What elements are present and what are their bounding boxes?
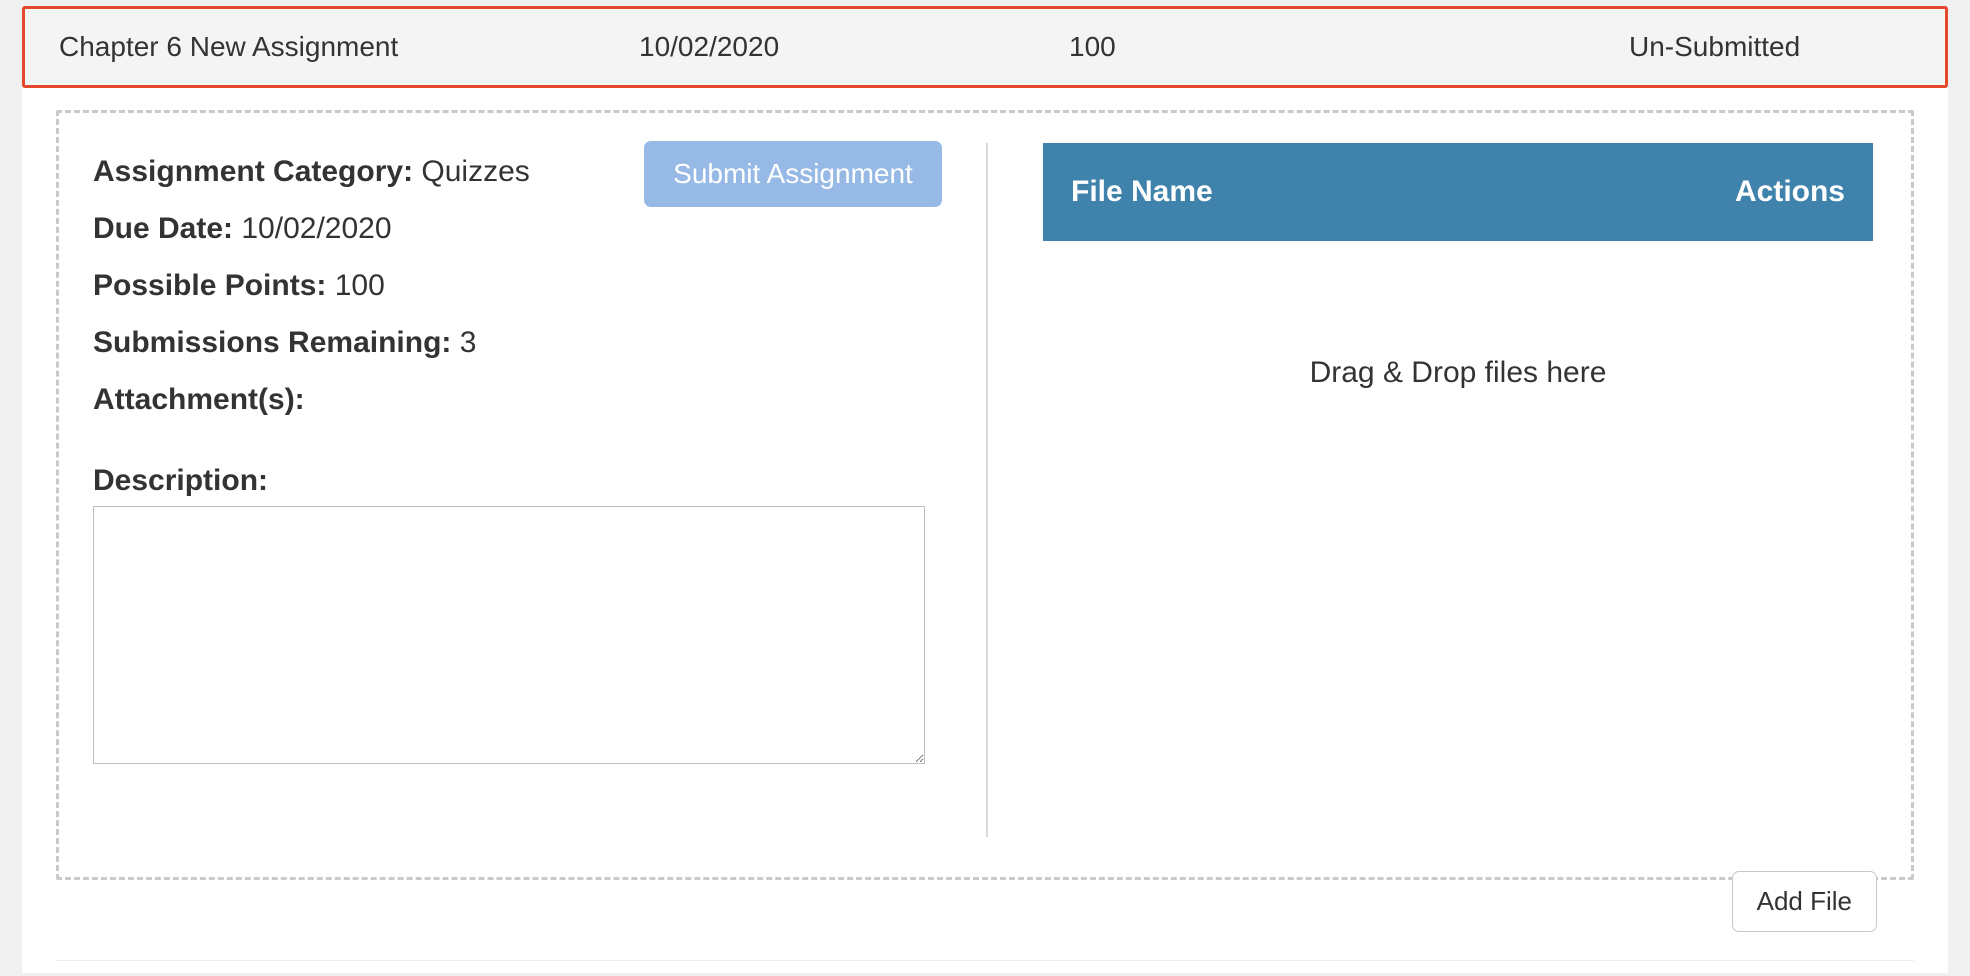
summary-status: Un-Submitted (1595, 31, 1945, 63)
description-textarea[interactable] (93, 506, 925, 764)
file-dropzone[interactable]: Drag & Drop files here (1043, 241, 1873, 837)
assignment-attachments: Attachment(s): (93, 371, 942, 428)
assignment-summary-row[interactable]: Chapter 6 New Assignment 10/02/2020 100 … (22, 6, 1948, 88)
assignment-submissions-value: 3 (460, 326, 477, 359)
file-upload-pane: File Name Actions Drag & Drop files here (988, 143, 1873, 837)
file-dropzone-text: Drag & Drop files here (1310, 356, 1607, 390)
assignment-points-value: 100 (335, 269, 385, 302)
submit-assignment-button[interactable]: Submit Assignment (644, 141, 942, 207)
assignment-detail-panel: Submit Assignment Assignment Category: Q… (22, 88, 1948, 973)
assignment-due-date: Due Date: 10/02/2020 (93, 200, 942, 257)
file-table-header: File Name Actions (1043, 143, 1873, 241)
description-label: Description: (93, 464, 942, 498)
assignment-attachments-label: Attachment(s): (93, 383, 305, 416)
summary-assignment-name: Chapter 6 New Assignment (25, 31, 605, 63)
assignment-possible-points: Possible Points: 100 (93, 257, 942, 314)
assignment-info-pane: Submit Assignment Assignment Category: Q… (93, 143, 988, 837)
assignment-category-value: Quizzes (421, 155, 529, 188)
assignment-submissions-remaining: Submissions Remaining: 3 (93, 314, 942, 371)
summary-points: 100 (1035, 31, 1595, 63)
assignment-category-label: Assignment Category: (93, 155, 413, 188)
assignment-due-label: Due Date: (93, 212, 233, 245)
assignment-points-label: Possible Points: (93, 269, 326, 302)
assignment-submissions-label: Submissions Remaining: (93, 326, 451, 359)
summary-due-date: 10/02/2020 (605, 31, 1035, 63)
assignment-dashed-container: Submit Assignment Assignment Category: Q… (56, 110, 1914, 880)
assignment-due-value: 10/02/2020 (241, 212, 391, 245)
file-header-actions: Actions (1735, 175, 1845, 209)
file-header-name: File Name (1071, 175, 1213, 209)
add-file-button[interactable]: Add File (1732, 871, 1877, 932)
divider (56, 960, 1914, 961)
